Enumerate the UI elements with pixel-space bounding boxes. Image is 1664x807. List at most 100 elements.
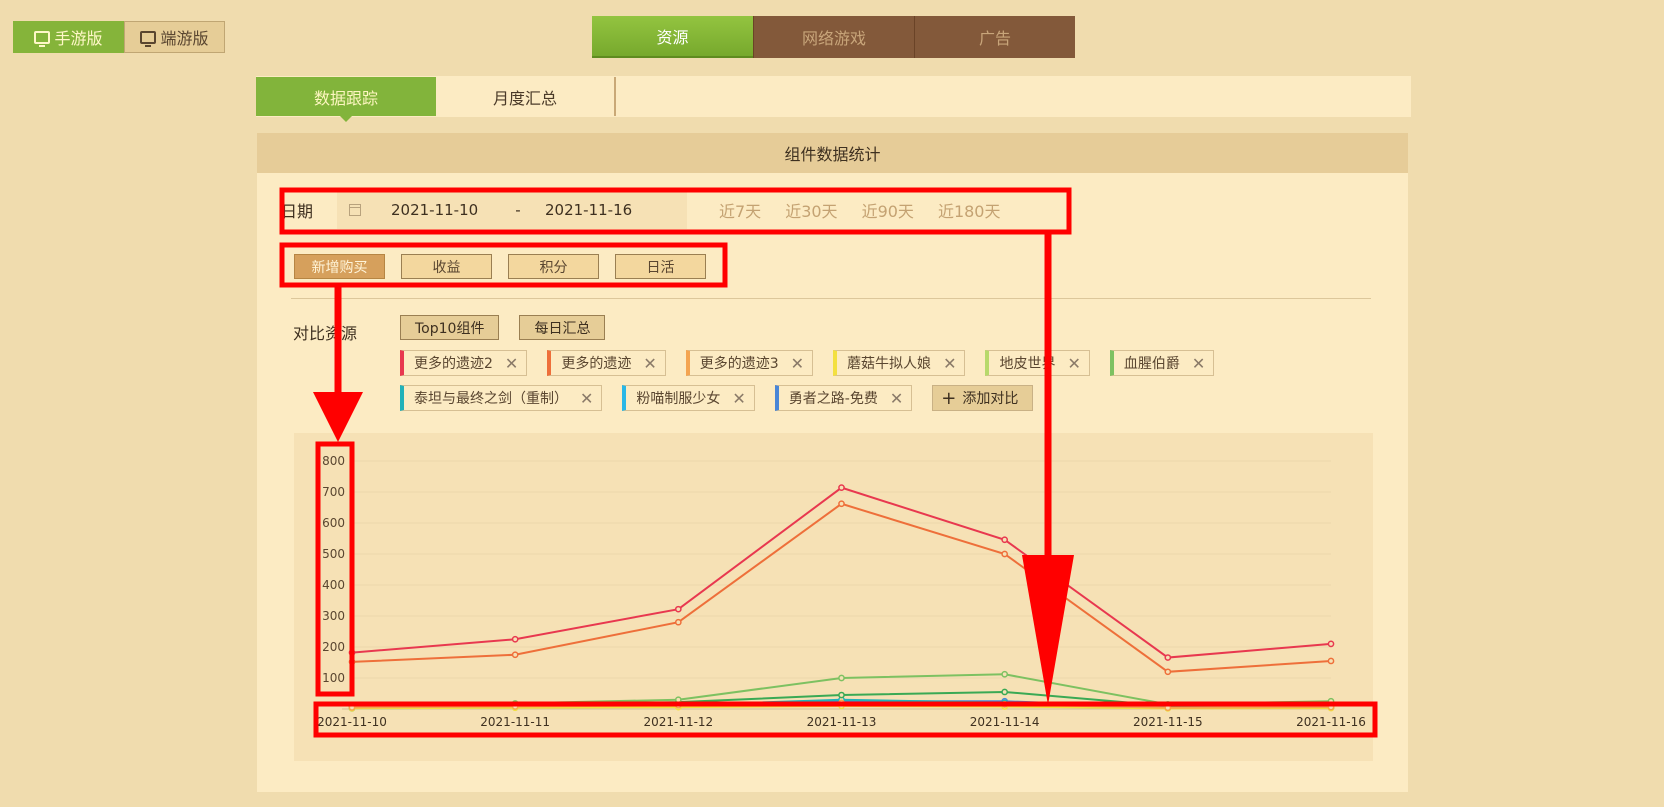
- quick-range-7d[interactable]: 近7天: [719, 198, 761, 222]
- pc-version-label: 端游版: [160, 29, 209, 48]
- data-point: [838, 484, 845, 492]
- y-tick-label: 700: [322, 485, 345, 499]
- compare-tag-label: 更多的遗迹3: [699, 356, 779, 372]
- y-tick-label: 500: [322, 547, 345, 561]
- calendar-icon: [349, 204, 361, 216]
- data-point: [1164, 704, 1172, 712]
- phone-icon: [34, 30, 51, 47]
- data-point: [1001, 670, 1009, 678]
- data-point: [1001, 701, 1009, 708]
- compare-tag-label: 粉喵制服少女: [636, 391, 721, 407]
- tab-online-games[interactable]: 网络游戏: [753, 16, 914, 58]
- data-point: [674, 701, 682, 709]
- remove-tag-icon[interactable]: ✕: [639, 354, 664, 373]
- y-tick-label: 800: [322, 454, 345, 468]
- plus-icon: +: [941, 387, 957, 409]
- data-point: [1327, 697, 1335, 705]
- compare-tag-label: 泰坦与最终之剑（重制）: [414, 391, 568, 407]
- metric-points-button[interactable]: 积分: [508, 254, 599, 279]
- y-tick-label: 300: [322, 609, 345, 623]
- data-point: [511, 635, 519, 643]
- compare-tag-label: 更多的遗迹: [561, 356, 632, 372]
- tab-resources[interactable]: 资源: [592, 16, 753, 58]
- compare-tag-label: 蘑菇牛拟人娘: [847, 356, 932, 372]
- metric-buttons: 新增购买 收益 积分 日活: [294, 254, 706, 279]
- compare-tag: 蘑菇牛拟人娘 ✕: [833, 350, 966, 376]
- x-tick-label: 2021-11-14: [970, 715, 1040, 729]
- data-point: [1001, 536, 1009, 544]
- daily-summary-button[interactable]: 每日汇总: [519, 315, 606, 340]
- date-end-value: 2021-11-16: [545, 201, 633, 219]
- remove-tag-icon[interactable]: ✕: [939, 354, 964, 373]
- remove-tag-icon[interactable]: ✕: [1063, 354, 1088, 373]
- data-point: [1164, 668, 1172, 676]
- data-point: [511, 651, 519, 659]
- line-chart: 100 200 300 400 500 600 700 800 2021-11-10 2021-1…: [294, 433, 1373, 761]
- data-point: [1327, 703, 1335, 711]
- data-point: [838, 699, 845, 707]
- metric-new-purchases-button[interactable]: 新增购买: [294, 254, 385, 279]
- quick-range-30d[interactable]: 近30天: [785, 198, 837, 222]
- data-point: [838, 691, 845, 699]
- date-separator: -: [515, 201, 521, 219]
- pc-version-button[interactable]: 端游版: [124, 21, 225, 53]
- quick-range-90d[interactable]: 近90天: [862, 198, 914, 222]
- compare-tag: 勇者之路-免费 ✕: [774, 385, 913, 411]
- x-tick-label: 2021-11-10: [317, 715, 387, 729]
- data-point: [511, 703, 519, 710]
- compare-tags-row-2: 泰坦与最终之剑（重制） ✕ 粉喵制服少女 ✕ 勇者之路-免费 ✕ + 添加对比: [400, 385, 1300, 411]
- data-point: [1327, 657, 1335, 665]
- remove-tag-icon[interactable]: ✕: [576, 389, 601, 408]
- compare-tag: 地皮世界 ✕: [985, 350, 1090, 376]
- add-compare-button[interactable]: + 添加对比: [932, 385, 1034, 411]
- data-point: [838, 500, 845, 508]
- metric-dau-button[interactable]: 日活: [615, 254, 706, 279]
- date-start-value: 2021-11-10: [391, 201, 479, 219]
- data-point: [348, 704, 356, 711]
- top-nav: 资源 网络游戏 广告: [592, 16, 1075, 58]
- remove-tag-icon[interactable]: ✕: [886, 389, 911, 408]
- x-tick-label: 2021-11-16: [1296, 715, 1366, 729]
- mobile-version-button[interactable]: 手游版: [13, 21, 124, 53]
- compare-tag: 泰坦与最终之剑（重制） ✕: [400, 385, 603, 411]
- tab-monthly-summary[interactable]: 月度汇总: [436, 77, 616, 116]
- compare-tag-label: 地皮世界: [999, 356, 1056, 372]
- data-point: [1001, 688, 1009, 696]
- remove-tag-icon[interactable]: ✕: [728, 389, 753, 408]
- top10-button[interactable]: Top10组件: [400, 315, 500, 340]
- remove-tag-icon[interactable]: ✕: [501, 354, 526, 373]
- stats-panel: 组件数据统计 日期 2021-11-10 - 2021-11-16 近7天 近3…: [257, 133, 1408, 792]
- compare-tag: 更多的遗迹2 ✕: [400, 350, 528, 376]
- data-point: [1164, 654, 1172, 661]
- panel-title: 组件数据统计: [257, 133, 1408, 173]
- data-point: [348, 658, 356, 666]
- platform-switch: 手游版 端游版: [13, 21, 225, 53]
- tab-ads[interactable]: 广告: [914, 16, 1075, 58]
- mobile-version-label: 手游版: [54, 29, 103, 48]
- compare-tag: 更多的遗迹 ✕: [547, 350, 666, 376]
- sub-tab-bar: 数据跟踪 月度汇总: [256, 76, 1411, 122]
- compare-buttons: Top10组件 每日汇总: [400, 315, 606, 340]
- date-range-picker[interactable]: 2021-11-10 - 2021-11-16: [337, 191, 687, 229]
- x-tick-label: 2021-11-12: [643, 715, 713, 729]
- y-tick-label: 200: [322, 640, 345, 654]
- remove-tag-icon[interactable]: ✕: [787, 354, 812, 373]
- x-tick-label: 2021-11-11: [480, 715, 550, 729]
- tab-data-tracking[interactable]: 数据跟踪: [256, 77, 436, 122]
- remove-tag-icon[interactable]: ✕: [1188, 354, 1213, 373]
- metric-revenue-button[interactable]: 收益: [401, 254, 492, 279]
- data-point: [674, 618, 682, 626]
- data-point: [1001, 550, 1009, 558]
- compare-tag: 粉喵制服少女 ✕: [622, 385, 755, 411]
- y-tick-label: 100: [322, 671, 345, 685]
- x-tick-label: 2021-11-15: [1133, 715, 1203, 729]
- monitor-icon: [140, 30, 157, 47]
- compare-tag-label: 勇者之路-免费: [788, 391, 878, 407]
- quick-range-180d[interactable]: 近180天: [938, 198, 1001, 222]
- data-point: [1327, 640, 1335, 648]
- data-point: [348, 649, 356, 656]
- date-filter-row: 日期 2021-11-10 - 2021-11-16 近7天 近30天 近90天…: [281, 191, 1000, 229]
- divider: [291, 298, 1371, 299]
- data-point: [838, 674, 845, 682]
- line-chart-svg: 100 200 300 400 500 600 700 800 2021-11-10 2021-1…: [317, 454, 1366, 729]
